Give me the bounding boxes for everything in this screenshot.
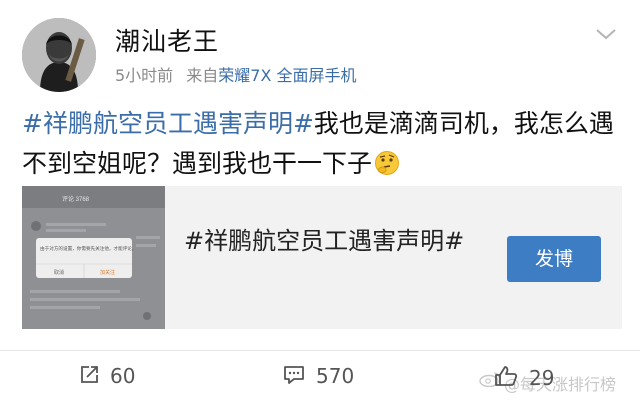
post-content: #祥鹏航空员工遇害声明#我也是滴滴司机，我怎么遇不到空姐呢？遇到我也干一下子 — [22, 104, 622, 184]
thinking-face-icon — [375, 151, 400, 175]
divider — [0, 350, 640, 351]
repost-icon — [81, 366, 98, 383]
thumbnail-header-text: 评论 3768 — [62, 195, 90, 203]
avatar-image — [22, 18, 96, 92]
repost-count: 60 — [110, 364, 136, 388]
chevron-down-icon[interactable] — [594, 24, 618, 44]
like-button[interactable]: 29 — [493, 364, 554, 392]
device-link[interactable]: 荣耀7X 全面屏手机 — [218, 66, 356, 85]
post-time: 5小时前 — [115, 66, 174, 85]
thumbnail-cancel-text: 取消 — [54, 269, 64, 276]
repost-button[interactable]: 60 — [78, 364, 135, 392]
comment-count: 570 — [316, 364, 355, 388]
weibo-post: 潮汕老王 5小时前 来自荣耀7X 全面屏手机 #祥鹏航空员工遇害声明#我也是滴滴… — [0, 0, 640, 402]
username[interactable]: 潮汕老王 — [115, 22, 219, 58]
comment-button[interactable]: 570 — [282, 364, 354, 392]
avatar[interactable] — [22, 18, 96, 92]
post-hashtag-link[interactable]: #祥鹏航空员工遇害声明# — [22, 109, 314, 138]
thumbnail-follow-text: 加关注 — [100, 269, 115, 276]
topic-card-title: #祥鹏航空员工遇害声明# — [184, 227, 465, 255]
post-meta: 5小时前 来自荣耀7X 全面屏手机 — [115, 62, 357, 86]
publish-button[interactable]: 发博 — [507, 236, 601, 282]
like-count: 29 — [529, 366, 555, 390]
topic-card-thumbnail: 评论 3768 由于对方的设置，你需要先关注他，才能评论。 取消 加关注 — [22, 186, 165, 329]
comment-icon — [284, 366, 304, 384]
screenshot-thumbnail: 评论 3768 由于对方的设置，你需要先关注他，才能评论。 取消 加关注 — [22, 186, 165, 329]
thumbs-up-icon — [495, 366, 518, 386]
thumbnail-dialog-text: 由于对方的设置，你需要先关注他，才能评论。 — [40, 245, 136, 252]
topic-card[interactable]: 评论 3768 由于对方的设置，你需要先关注他，才能评论。 取消 加关注 #祥鹏… — [22, 186, 622, 329]
source-prefix: 来自 — [186, 66, 219, 85]
